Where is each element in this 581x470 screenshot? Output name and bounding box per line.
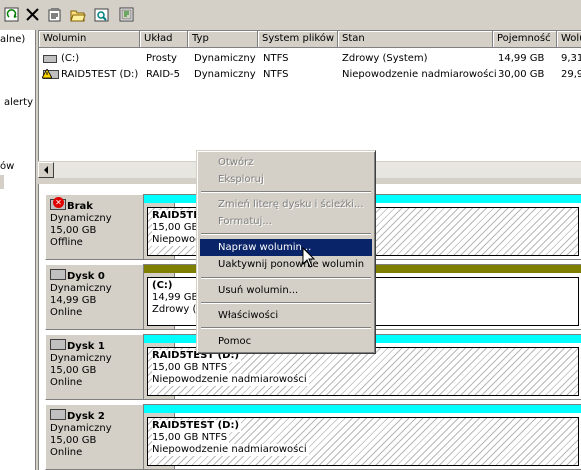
volume-layout: RAID-5 (146, 69, 181, 80)
tree-item-text[interactable]: alne) (0, 34, 35, 45)
partition-body[interactable]: RAID5TEST (D:) 15,00 GB NTFS Niepowodzen… (147, 347, 579, 396)
partition-body[interactable]: RAID5TEST (D:) 15,00 GB NTFS Niepowodzen… (147, 417, 579, 466)
disk-name: Dysk 2 (67, 411, 105, 422)
volume-capacity: 14,99 GB (498, 53, 545, 64)
volume-filesystem: NTFS (263, 53, 289, 64)
partition-status: Niepowodzenie nadmiarowości (152, 444, 309, 456)
menu-item-explore[interactable]: Eksploruj (200, 171, 372, 188)
refresh-icon[interactable] (2, 5, 20, 23)
disk-name: Dysk 0 (67, 271, 105, 282)
toolbar (0, 0, 581, 30)
menu-separator (201, 277, 371, 279)
menu-item-format[interactable]: Formatuj... (200, 213, 372, 230)
menu-separator (201, 302, 371, 304)
volume-free: 29,9 (561, 69, 581, 80)
menu-item-delete-volume[interactable]: Usuń wolumin... (200, 282, 372, 299)
disk-icon (50, 339, 66, 350)
menu-item-help[interactable]: Pomoc (200, 333, 372, 350)
volume-type: Dynamiczny (194, 69, 256, 80)
mouse-cursor-icon (302, 246, 316, 269)
menu-separator (201, 327, 371, 329)
partition-size: 15,00 GB NTFS (152, 362, 230, 374)
column-header-capacity[interactable]: Pojemność (493, 31, 557, 48)
menu-separator (201, 233, 371, 235)
column-header-free[interactable]: Wolu (557, 31, 581, 48)
menu-item-open[interactable]: Otwórz (200, 154, 372, 171)
explore-icon[interactable] (92, 5, 110, 23)
volume-icon (43, 55, 57, 63)
volume-warning-icon (42, 69, 59, 79)
partition-title: RAID5TEST (D:) (152, 420, 242, 432)
help-icon[interactable] (117, 5, 135, 23)
disk-icon (50, 269, 66, 280)
properties-icon[interactable] (45, 5, 63, 23)
column-header-filesystem[interactable]: System plików (258, 31, 338, 48)
tree-item-text[interactable]: ów (0, 161, 35, 172)
open-folder-icon[interactable] (68, 5, 86, 23)
column-header-type[interactable]: Typ (188, 31, 258, 48)
console-tree-pane[interactable]: alne) alerty ów (0, 30, 36, 470)
partition-size: 15,00 GB (152, 222, 201, 234)
volume-capacity: 30,00 GB (498, 69, 545, 80)
volume-type: Dynamiczny (194, 53, 256, 64)
partition-status: Niepowodzenie nadmiarowości (152, 374, 309, 386)
disk-icon (50, 409, 66, 420)
partition-size: 15,00 GB NTFS (152, 432, 230, 444)
disk-missing-icon (50, 197, 66, 210)
context-menu: Otwórz Eksploruj Zmień literę dysku i śc… (196, 150, 376, 354)
column-header-status[interactable]: Stan (338, 31, 493, 48)
partition-block[interactable]: RAID5TEST (D:) 15,00 GB NTFS Niepowodzen… (143, 404, 581, 470)
volume-name[interactable]: RAID5TEST (D:) (61, 67, 138, 82)
volume-status: Zdrowy (System) (342, 53, 428, 64)
volume-layout: Prosty (146, 53, 177, 64)
menu-item-repair-volume[interactable]: Napraw wolumin... (200, 239, 372, 256)
disk-name: Dysk 1 (67, 341, 105, 352)
volume-name[interactable]: (C:) (61, 51, 79, 66)
tree-item-text[interactable]: alerty (4, 97, 35, 108)
column-header-layout[interactable]: Układ (140, 31, 188, 48)
menu-item-change-drive-letter[interactable]: Zmień literę dysku i ścieżki... (200, 196, 372, 213)
menu-item-reactivate-volume[interactable]: Uaktywnij ponownie wolumin (200, 256, 372, 273)
delete-icon[interactable] (23, 5, 41, 23)
disk-name: Brak (67, 201, 93, 212)
scroll-left-button[interactable] (38, 162, 54, 178)
volume-filesystem: NTFS (263, 69, 289, 80)
menu-separator (201, 191, 371, 193)
volume-free: 9,31 (561, 53, 581, 64)
volume-status: Niepowodzenie nadmiarowości (342, 69, 497, 80)
menu-item-properties[interactable]: Właściwości (200, 307, 372, 324)
tree-selection-marker (0, 175, 4, 189)
column-header-volume[interactable]: Wolumin (39, 31, 140, 48)
partition-header-bar (144, 405, 581, 413)
